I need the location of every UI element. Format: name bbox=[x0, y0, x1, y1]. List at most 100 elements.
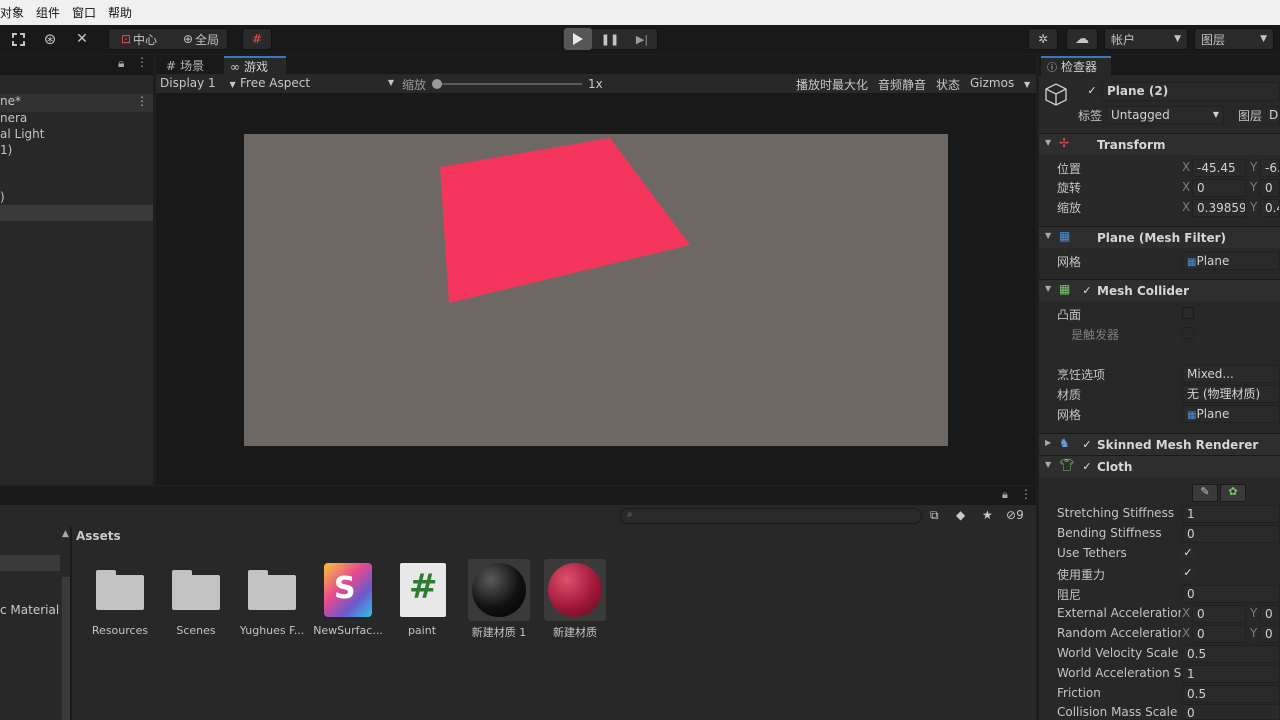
rect-tool-button[interactable] bbox=[4, 28, 32, 50]
friction-field[interactable]: 0.5 bbox=[1182, 685, 1280, 703]
shader-graph-icon[interactable]: S bbox=[324, 563, 372, 617]
filter-by-label-icon[interactable]: ◆ bbox=[956, 508, 965, 522]
external-acceleration-y-field[interactable]: 0 bbox=[1260, 605, 1280, 623]
pivot-global-button[interactable]: ⊕ 全局 bbox=[176, 28, 226, 50]
physic-material-field[interactable]: 无 (物理材质) bbox=[1182, 385, 1280, 403]
expand-arrow-icon[interactable]: ▲ bbox=[62, 529, 69, 539]
object-name-field[interactable]: Plane (2) bbox=[1102, 82, 1280, 101]
folder-icon[interactable] bbox=[248, 570, 296, 610]
cloud-button[interactable]: ☁ bbox=[1066, 28, 1098, 50]
pause-button[interactable]: ❚❚ bbox=[596, 28, 624, 50]
folder-icon[interactable] bbox=[172, 570, 220, 610]
x-axis-label: X bbox=[1182, 606, 1191, 620]
menu-window[interactable]: 窗口 bbox=[66, 4, 102, 21]
account-dropdown[interactable]: 帐户 ▼ bbox=[1104, 28, 1188, 50]
layer-dropdown[interactable]: De bbox=[1266, 106, 1280, 124]
menu-object[interactable]: 对象 bbox=[0, 4, 30, 21]
tab-game[interactable]: ∞ 游戏 bbox=[224, 56, 286, 75]
asset-thumbnail-frame[interactable] bbox=[468, 559, 530, 621]
hierarchy-item[interactable]: al Light bbox=[0, 127, 44, 141]
damping-label: 阻尼 bbox=[1057, 588, 1082, 602]
position-y-field[interactable]: -6. bbox=[1260, 159, 1280, 177]
active-checkbox[interactable]: ✓ bbox=[1086, 85, 1098, 97]
cloth-title: Cloth bbox=[1097, 460, 1133, 474]
scale-slider-thumb[interactable] bbox=[432, 79, 442, 89]
random-acceleration-x-field[interactable]: 0 bbox=[1192, 625, 1246, 643]
use-tethers-checkbox[interactable]: ✓ bbox=[1182, 547, 1194, 559]
scale-y-field[interactable]: 0.4 bbox=[1260, 199, 1280, 217]
collision-mass-scale-field[interactable]: 0 bbox=[1182, 704, 1280, 720]
panel-menu-icon[interactable]: ⋮ bbox=[136, 55, 148, 69]
step-button[interactable]: ▶| bbox=[628, 28, 656, 50]
lock-icon[interactable]: 🔒︎ bbox=[1002, 488, 1008, 502]
tab-inspector[interactable]: ⓘ 检查器 bbox=[1041, 56, 1111, 75]
convex-checkbox[interactable] bbox=[1182, 307, 1194, 319]
cloth-header[interactable]: ▼ 👕︎ ✓ Cloth bbox=[1039, 455, 1280, 477]
hierarchy-item[interactable]: ) bbox=[0, 190, 5, 204]
scale-slider-track[interactable] bbox=[432, 83, 582, 85]
menu-help[interactable]: 帮助 bbox=[102, 4, 138, 21]
maximize-on-play-toggle[interactable]: 播放时最大化 bbox=[796, 76, 868, 93]
project-search-input[interactable]: ⌕ bbox=[620, 508, 922, 524]
component-enabled-checkbox[interactable]: ✓ bbox=[1081, 439, 1093, 451]
layers-dropdown[interactable]: 图层 ▼ bbox=[1194, 28, 1274, 50]
mesh-collider-header[interactable]: ▼ ▦ ✓ Mesh Collider bbox=[1039, 279, 1280, 301]
game-viewport[interactable] bbox=[244, 134, 948, 446]
hidden-packages-toggle[interactable]: ⊘9 bbox=[1006, 508, 1024, 522]
damping-field[interactable]: 0 bbox=[1182, 585, 1280, 603]
world-velocity-scale-field[interactable]: 0.5 bbox=[1182, 645, 1280, 663]
mute-audio-toggle[interactable]: 音频静音 bbox=[878, 76, 926, 93]
stats-toggle[interactable]: 状态 bbox=[936, 76, 960, 93]
grid-snap-button[interactable]: # bbox=[242, 28, 272, 50]
asset-thumbnail-frame[interactable] bbox=[544, 559, 606, 621]
hierarchy-item[interactable]: 1) bbox=[0, 143, 12, 157]
aspect-dropdown[interactable]: Free Aspect ▼ bbox=[240, 76, 394, 90]
tree-item-label[interactable]: c Material bbox=[0, 603, 59, 617]
assets-breadcrumb[interactable]: Assets bbox=[76, 529, 121, 543]
skinned-mesh-renderer-header[interactable]: ▶ ♞ ✓ Skinned Mesh Renderer bbox=[1039, 433, 1280, 455]
services-button[interactable]: ✲ bbox=[1028, 28, 1058, 50]
cooking-options-dropdown[interactable]: Mixed... bbox=[1182, 365, 1280, 383]
tag-dropdown[interactable]: Untagged ▼ bbox=[1106, 106, 1224, 124]
tab-scene[interactable]: # 场景 bbox=[160, 56, 222, 75]
filter-by-type-icon[interactable]: ⧉ bbox=[930, 508, 939, 523]
lock-icon[interactable]: 🔒︎ bbox=[118, 56, 124, 71]
random-acceleration-y-field[interactable]: 0 bbox=[1260, 625, 1280, 643]
position-x-field[interactable]: -45.45 bbox=[1192, 159, 1246, 177]
collider-mesh-field[interactable]: ▦Plane bbox=[1182, 405, 1280, 423]
trigger-checkbox[interactable] bbox=[1182, 327, 1194, 339]
edit-self-collision-button[interactable]: ✿ bbox=[1220, 484, 1246, 502]
mesh-filter-header[interactable]: ▼ ▦ Plane (Mesh Filter) bbox=[1039, 226, 1280, 248]
hierarchy-item-selected[interactable] bbox=[0, 205, 153, 221]
component-enabled-checkbox[interactable]: ✓ bbox=[1081, 285, 1093, 297]
hierarchy-item[interactable]: nera bbox=[0, 111, 27, 125]
edit-constraints-button[interactable]: ✎ bbox=[1192, 484, 1218, 502]
stretching-stiffness-field[interactable]: 1 bbox=[1182, 505, 1280, 523]
hierarchy-scene-row[interactable]: ne* ⋮ bbox=[0, 94, 153, 112]
favorites-icon[interactable]: ★ bbox=[982, 508, 993, 522]
play-button[interactable] bbox=[564, 28, 592, 50]
tree-scrollbar[interactable] bbox=[62, 577, 70, 720]
csharp-script-icon[interactable]: # bbox=[400, 563, 446, 617]
panel-menu-icon[interactable]: ⋮ bbox=[1020, 487, 1032, 501]
use-gravity-checkbox[interactable]: ✓ bbox=[1182, 567, 1194, 579]
tree-selected-item[interactable] bbox=[0, 555, 60, 571]
display-dropdown[interactable]: Display 1 ▼ bbox=[160, 76, 236, 90]
transform-header[interactable]: ▼ ✢ Transform bbox=[1039, 133, 1280, 155]
folder-icon[interactable] bbox=[96, 570, 144, 610]
scale-x-field[interactable]: 0.39859 bbox=[1192, 199, 1246, 217]
scene-menu-icon[interactable]: ⋮ bbox=[136, 94, 148, 108]
transform-tool-button[interactable]: ⊛ bbox=[36, 28, 64, 50]
rotation-y-field[interactable]: 0 bbox=[1260, 179, 1280, 197]
expand-arrow-icon: ▼ bbox=[1045, 138, 1052, 147]
external-acceleration-x-field[interactable]: 0 bbox=[1192, 605, 1246, 623]
mesh-object-field[interactable]: ▦Plane bbox=[1182, 252, 1280, 270]
gizmos-dropdown[interactable]: Gizmos ▼ bbox=[970, 76, 1030, 90]
component-enabled-checkbox[interactable]: ✓ bbox=[1081, 461, 1093, 473]
pivot-center-button[interactable]: ⊡ 中心 bbox=[112, 28, 166, 50]
world-acceleration-scale-field[interactable]: 1 bbox=[1182, 665, 1280, 683]
custom-tool-button[interactable]: ✕ bbox=[68, 28, 96, 50]
menu-component[interactable]: 组件 bbox=[30, 4, 66, 21]
rotation-x-field[interactable]: 0 bbox=[1192, 179, 1246, 197]
bending-stiffness-field[interactable]: 0 bbox=[1182, 525, 1280, 543]
